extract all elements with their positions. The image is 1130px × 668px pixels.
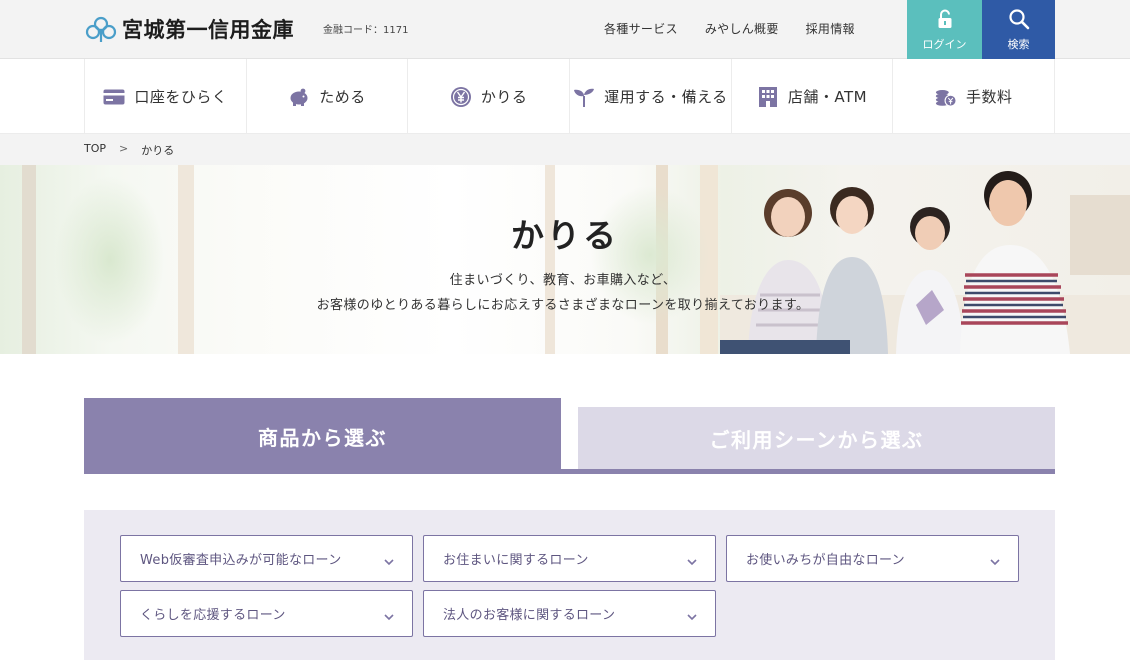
breadcrumb: TOP > かりる [0, 134, 1130, 165]
select-label: Web仮審査申込みが可能なローン [140, 553, 342, 568]
lock-icon [934, 8, 956, 30]
hero-description-line2: お客様のゆとりある暮らしにお応えするさまざまなローンを取り揃えております。 [316, 298, 810, 313]
gnav-item-branches[interactable]: 店舗・ATM [732, 59, 894, 134]
gnav-item-invest[interactable]: 運用する・備える [570, 59, 732, 134]
hero-window-frame [22, 165, 36, 354]
select-web-pre-screening-loans[interactable]: Web仮審査申込みが可能なローン [120, 535, 413, 582]
login-button[interactable]: ログイン [907, 0, 982, 59]
breadcrumb-current: かりる [141, 144, 175, 157]
hero-description-line1: 住まいづくり、教育、お車購入など、 [449, 273, 677, 288]
select-lifestyle-loans[interactable]: くらしを応援するローン [120, 590, 413, 637]
logo-name: 宮城第一信用金庫 [122, 18, 294, 42]
gnav-label: 運用する・備える [604, 88, 728, 106]
global-nav: 口座をひらく ためる かりる 運用する・備える 店舗・ATM 手数料 [0, 59, 1130, 134]
gnav-item-open-account[interactable]: 口座をひらく [85, 59, 247, 134]
gnav-label: かりる [480, 88, 528, 106]
hero-window-frame [545, 165, 555, 354]
select-housing-loans[interactable]: お住まいに関するローン [423, 535, 716, 582]
card-icon [103, 86, 125, 108]
select-label: お住まいに関するローン [443, 553, 589, 568]
search-button[interactable]: 検索 [982, 0, 1055, 59]
sprout-icon [573, 86, 595, 108]
logo-mark-icon [84, 15, 118, 43]
select-free-purpose-loans[interactable]: お使いみちが自由なローン [726, 535, 1019, 582]
page-title: かりる [511, 216, 619, 255]
chevron-down-icon [383, 553, 395, 566]
gnav-label: ためる [319, 88, 366, 106]
breadcrumb-home[interactable]: TOP [84, 142, 106, 158]
select-label: くらしを応援するローン [140, 608, 286, 623]
utility-nav: 各種サービス みやしん概要 採用情報 [604, 20, 882, 37]
gnav-label: 手数料 [965, 88, 1013, 106]
coins-icon [935, 86, 957, 108]
tab-by-product[interactable]: 商品から選ぶ [84, 398, 561, 474]
chevron-down-icon [686, 553, 698, 566]
chevron-down-icon [383, 608, 395, 621]
building-icon [757, 86, 779, 108]
utility-link-services[interactable]: 各種サービス [604, 20, 678, 37]
utility-link-recruit[interactable]: 採用情報 [806, 20, 855, 37]
site-logo[interactable]: 宮城第一信用金庫 [84, 14, 294, 44]
piggy-bank-icon [288, 86, 310, 108]
gnav-label: 口座をひらく [134, 88, 228, 106]
tab-by-scene[interactable]: ご利用シーンから選ぶ [578, 407, 1055, 469]
utility-link-about[interactable]: みやしん概要 [705, 20, 779, 37]
hero-window-frame [178, 165, 194, 354]
bank-code: 金融コード：1171 [323, 25, 409, 36]
gnav-item-save[interactable]: ためる [247, 59, 409, 134]
select-label: 法人のお客様に関するローン [443, 608, 616, 623]
select-corporate-loans[interactable]: 法人のお客様に関するローン [423, 590, 716, 637]
search-label: 検索 [1007, 38, 1030, 51]
gnav-item-fees[interactable]: 手数料 [893, 59, 1056, 134]
gnav-item-borrow[interactable]: かりる [408, 59, 571, 134]
search-icon [1008, 8, 1030, 30]
breadcrumb-separator: > [119, 142, 129, 155]
site-header: 宮城第一信用金庫 金融コード：1171 各種サービス みやしん概要 採用情報 ロ… [0, 0, 1130, 59]
chevron-down-icon [989, 553, 1001, 566]
hero-greenery [55, 175, 165, 345]
select-label: お使いみちが自由なローン [746, 553, 905, 568]
loan-category-panel: Web仮審査申込みが可能なローン お住まいに関するローン お使いみちが自由なロー… [84, 510, 1055, 660]
hero-banner: かりる 住まいづくり、教育、お車購入など、 お客様のゆとりある暮らしにお応えする… [0, 165, 1130, 354]
family-photo [720, 171, 1130, 354]
login-label: ログイン [922, 38, 967, 51]
yen-coin-icon [450, 86, 472, 108]
tab-underline [561, 469, 1055, 474]
gnav-label: 店舗・ATM [787, 88, 868, 106]
chevron-down-icon [686, 608, 698, 621]
